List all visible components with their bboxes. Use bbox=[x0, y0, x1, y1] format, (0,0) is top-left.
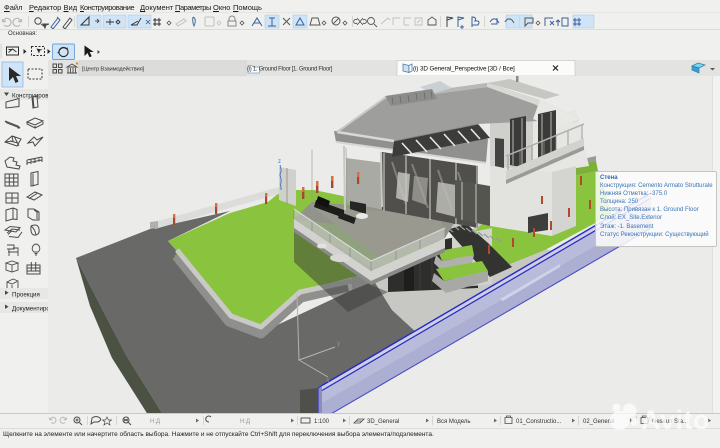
svg-text:Проекция: Проекция bbox=[12, 292, 40, 299]
svg-text:02_General: 02_General bbox=[583, 419, 614, 425]
svg-text:y: y bbox=[337, 341, 340, 347]
svg-text:x: x bbox=[326, 377, 330, 384]
svg-text:z: z bbox=[278, 159, 281, 165]
svg-text:[Центр Взаимодействия]: [Центр Взаимодействия] bbox=[82, 66, 145, 73]
svg-text:Nessun Sta...: Nessun Sta... bbox=[652, 419, 688, 425]
svg-text:Документиров: Документиров bbox=[12, 306, 48, 313]
svg-text:Н:Д: Н:Д bbox=[240, 419, 250, 425]
svg-text:3D_General: 3D_General bbox=[367, 419, 399, 425]
svg-text:(i) 1. Ground Floor [1. Ground: (i) 1. Ground Floor [1. Ground Floor] bbox=[247, 67, 333, 73]
svg-text:Н:Д: Н:Д bbox=[150, 419, 160, 425]
svg-text:Вся Модель: Вся Модель bbox=[437, 419, 470, 425]
svg-text:01_Constructio...: 01_Constructio... bbox=[516, 419, 562, 425]
svg-text:1:100: 1:100 bbox=[314, 419, 330, 425]
svg-text:(i) 3D General_Perspective [3D: (i) 3D General_Perspective [3D / Все] bbox=[413, 66, 515, 73]
